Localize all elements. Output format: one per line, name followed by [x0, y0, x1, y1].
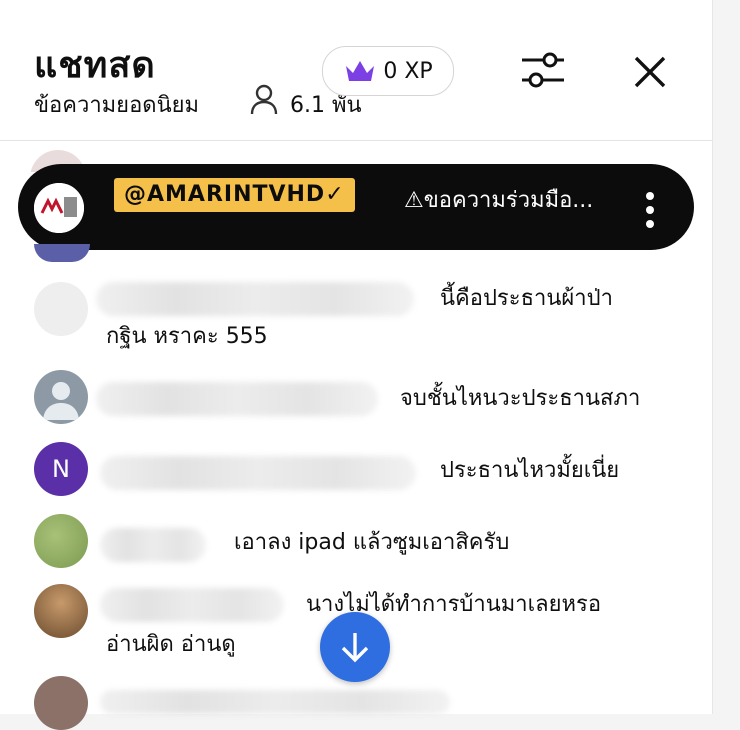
pinned-message-banner[interactable]: @AMARINTVHD✓ ⚠ขอความร่วมมือ...	[18, 164, 694, 250]
xp-label: 0 XP	[383, 58, 433, 84]
avatar	[34, 244, 90, 262]
redacted-author	[96, 282, 414, 316]
avatar	[34, 370, 88, 424]
more-vert-icon[interactable]	[638, 188, 662, 232]
redacted-author	[96, 382, 378, 416]
close-icon[interactable]	[630, 52, 670, 92]
message-text-continued: อ่านผิด อ่านดู	[106, 632, 236, 657]
arrow-down-icon	[341, 633, 369, 663]
chat-message: จบชั้นไหนวะประธานสภา	[0, 370, 712, 430]
chat-header: แชทสด ข้อความยอดนิยม 6.1 พัน 0 XP	[0, 0, 712, 141]
message-text: นี้คือประธานผ้าป่า	[440, 286, 613, 311]
chat-mode-selector[interactable]: ข้อความยอดนิยม	[34, 87, 199, 122]
redacted-author	[100, 588, 284, 622]
live-chat-panel: แชทสด ข้อความยอดนิยม 6.1 พัน 0 XP @AMARI…	[0, 0, 713, 730]
chat-title: แชทสด	[34, 45, 156, 86]
message-text-continued: กฐิน หราคะ 555	[106, 324, 268, 349]
filter-icon[interactable]	[518, 48, 568, 92]
redacted-author	[100, 528, 206, 562]
redacted-author	[100, 456, 416, 490]
avatar	[34, 584, 88, 638]
message-text: จบชั้นไหนวะประธานสภา	[400, 386, 641, 411]
crown-icon	[346, 61, 375, 81]
avatar: N	[34, 442, 88, 496]
pinned-channel-name[interactable]: @AMARINTVHD✓	[114, 178, 355, 212]
chat-message: N ประธานไหวมั้ยเนี่ย	[0, 442, 712, 502]
xp-badge[interactable]: 0 XP	[322, 46, 454, 96]
avatar-letter: N	[52, 455, 70, 483]
viewer-icon	[250, 84, 278, 115]
default-avatar-icon	[43, 382, 79, 420]
message-text: ประธานไหวมั้ยเนี่ย	[440, 458, 620, 483]
scroll-to-bottom-button[interactable]	[320, 612, 390, 682]
pinned-message-text: ⚠ขอความร่วมมือ...	[404, 188, 594, 213]
redacted-author	[100, 690, 450, 714]
chat-message: เอาลง ipad แล้วซูมเอาสิครับ	[0, 514, 712, 574]
channel-logo	[34, 183, 84, 233]
message-text: เอาลง ipad แล้วซูมเอาสิครับ	[234, 530, 510, 555]
avatar	[34, 514, 88, 568]
avatar	[34, 282, 88, 336]
channel-logo-mark	[34, 183, 84, 233]
chat-message: นี้คือประธานผ้าป่า กฐิน หราคะ 555	[0, 278, 712, 358]
avatar	[34, 676, 88, 730]
